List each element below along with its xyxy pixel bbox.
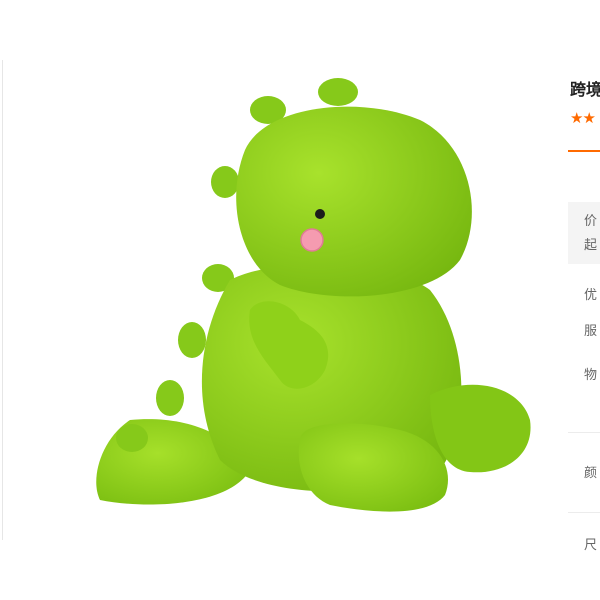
dino-eye	[315, 209, 325, 219]
star-icon: ★	[570, 109, 583, 127]
product-title: 跨境	[570, 80, 600, 99]
attribute-label-shipping: 物	[584, 368, 598, 383]
option-label-color: 颜	[584, 466, 598, 481]
dino-head	[236, 106, 472, 297]
price-box: 价 起	[568, 202, 600, 264]
star-icon: ★	[582, 109, 595, 127]
option-label-size: 尺	[584, 538, 598, 553]
dino-spike	[211, 166, 239, 198]
divider	[568, 512, 600, 513]
dino-spike	[116, 424, 148, 452]
dino-spike	[178, 322, 206, 358]
divider	[568, 432, 600, 433]
price-label: 价	[584, 214, 598, 229]
dino-spike	[318, 78, 358, 106]
dino-spike	[156, 380, 184, 416]
moq-label: 起	[584, 238, 598, 253]
dino-cheek	[300, 228, 324, 252]
attribute-label-service: 服	[584, 324, 598, 339]
product-image-green-dinosaur-plush[interactable]	[0, 0, 560, 600]
product-image-panel	[0, 0, 560, 600]
tab-underline	[568, 150, 600, 152]
rating-stars: ★★	[570, 108, 596, 127]
attribute-label-promo: 优	[584, 288, 598, 303]
product-info-panel: 跨境 ★★ 价 起 优 服 物 颜 尺	[568, 0, 600, 600]
